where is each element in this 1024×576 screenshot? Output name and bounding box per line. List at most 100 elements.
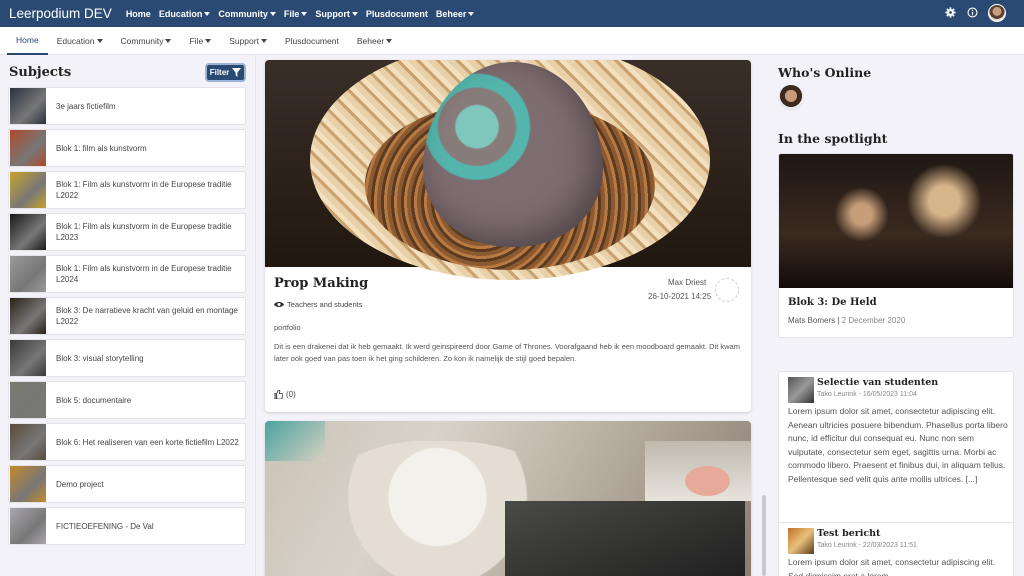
tab-file[interactable]: File [180,27,220,55]
subject-label: Blok 1: Film als kunstvorm in de Europes… [56,180,232,200]
subject-label: Blok 3: visual storytelling [56,353,144,363]
topnav-file-label: File [283,8,300,19]
subject-thumbnail[interactable] [10,88,46,124]
subject-label: Blok 6: Het realiseren van een korte fic… [56,437,239,447]
topnav-home-label: Home [125,8,151,19]
photo-part [505,501,745,576]
topnav-item-support[interactable]: Support [315,9,358,19]
like-button[interactable]: (0) [274,390,296,399]
post-image[interactable] [265,60,751,280]
subject-item[interactable]: Blok 1: Film als kunstvorm in de Europes… [8,213,246,251]
spotlight-meta: Mats Bomers | 2 December 2020 [788,316,905,325]
feed-item-text: Lorem ipsum dolor sit amet, consectetur … [788,406,1008,484]
topnav-item-education[interactable]: Education [159,9,211,19]
tab-community[interactable]: Community [112,27,181,55]
caret-down-icon [204,12,211,17]
subject-label: FICTIEOEFENING - De Val [56,521,154,531]
spotlight-title: In the spotlight [778,131,888,146]
subject-label: Blok 5: documentaire [56,395,132,405]
tab-community-label: Community [120,35,164,46]
news-feed: Selectie van studenten Tako Leurink - 16… [778,371,1014,576]
post-image-2[interactable] [265,421,751,576]
spotlight-image[interactable] [779,154,1013,288]
subject-label: Demo project [56,479,104,489]
top-navbar: Leerpodium DEV Home Education Community … [0,0,1024,27]
feed-thumb[interactable] [788,528,814,554]
subject-item[interactable]: Blok 5: documentaire [8,381,246,419]
topnav-item-beheer[interactable]: Beheer [436,9,475,19]
topnav-item-home[interactable]: Home [126,9,151,19]
feed-item-meta: Tako Leurink - 16/05/2023 11:04 [817,391,917,398]
caret-down-icon [205,38,212,43]
caret-down-icon [165,38,172,43]
sub-navbar: Home Education Community File Support Pl… [0,27,1024,55]
spotlight-item-title[interactable]: Blok 3: De Held [788,297,877,308]
caret-down-icon [351,12,358,17]
topnav-item-community[interactable]: Community [218,9,276,19]
subject-thumbnail[interactable] [10,256,46,292]
online-user-avatar[interactable] [778,85,804,111]
user-avatar[interactable] [988,4,1006,22]
subject-thumbnail[interactable] [10,214,46,250]
subject-thumbnail[interactable] [10,508,46,544]
topnav-item-plusdocument[interactable]: Plusdocument [366,9,428,19]
tab-file-label: File [189,35,204,46]
subject-item[interactable]: Blok 6: Het realiseren van een korte fic… [8,423,246,461]
subject-item[interactable]: Blok 1: Film als kunstvorm in de Europes… [8,171,246,209]
filter-label: Filter [209,68,230,77]
post-title[interactable]: Prop Making [274,276,368,291]
topnav-plusdocument-label: Plusdocument [365,8,428,19]
subject-item[interactable]: Blok 1: Film als kunstvorm in de Europes… [8,255,246,293]
subject-item[interactable]: Demo project [8,465,246,503]
top-icons [944,4,1006,22]
subject-thumbnail[interactable] [10,172,46,208]
info-icon[interactable] [966,7,978,19]
subject-thumbnail[interactable] [10,340,46,376]
photo-part [265,421,325,461]
subject-item[interactable]: 3e jaars fictiefilm [8,87,246,125]
tab-beheer[interactable]: Beheer [348,27,401,55]
caret-down-icon [269,12,276,17]
subject-thumbnail[interactable] [10,130,46,166]
post-tag[interactable]: portfolio [274,323,301,332]
tab-plusdocument-label: Plusdocument [284,35,339,46]
app-title[interactable]: Leerpodium DEV [9,6,112,21]
tab-support-label: Support [229,35,259,46]
tab-support[interactable]: Support [220,27,276,55]
feed-thumb[interactable] [788,377,814,403]
subject-item[interactable]: FICTIEOEFENING - De Val [8,507,246,545]
subject-item[interactable]: Blok 1: film als kunstvorm [8,129,246,167]
tab-plusdocument[interactable]: Plusdocument [276,27,348,55]
caret-down-icon [468,12,475,17]
post-card-2[interactable] [265,421,751,576]
tab-education[interactable]: Education [48,27,112,55]
subject-item[interactable]: Blok 3: De narratieve kracht van geluid … [8,297,246,335]
tab-home-label: Home [16,34,39,45]
whos-online-title: Who's Online [778,65,872,80]
feed-item-title[interactable]: Test bericht [817,528,880,539]
subject-thumbnail[interactable] [10,466,46,502]
spotlight-card[interactable]: Blok 3: De Held Mats Bomers | 2 December… [778,153,1014,338]
subject-label: Blok 1: Film als kunstvorm in de Europes… [56,222,232,242]
post-date: 26-10-2021 14:25 [648,292,712,301]
gear-icon[interactable] [944,7,956,19]
subject-thumbnail[interactable] [10,298,46,334]
spotlight-date: 2 December 2020 [841,316,906,325]
spotlight-author[interactable]: Mats Bomers [788,316,835,325]
subject-thumbnail[interactable] [10,424,46,460]
post-card[interactable]: Prop Making Max Driest 26-10-2021 14:25 … [265,60,751,412]
post-author[interactable]: Max Driest [668,278,706,287]
tab-home[interactable]: Home [7,27,48,55]
subject-item[interactable]: Blok 3: visual storytelling [8,339,246,377]
subject-thumbnail[interactable] [10,382,46,418]
tab-education-label: Education [56,35,95,46]
topnav-education-label: Education [158,8,203,19]
feed-item-meta: Tako Leurink - 22/03/2023 11:51 [817,542,917,549]
filter-button[interactable]: Filter [205,63,246,82]
topnav-item-file[interactable]: File [284,9,308,19]
subject-label: Blok 1: Film als kunstvorm in de Europes… [56,264,232,284]
author-avatar[interactable] [715,278,739,302]
scrollbar[interactable] [762,495,766,576]
caret-down-icon [301,12,308,17]
feed-item-title[interactable]: Selectie van studenten [817,377,938,388]
